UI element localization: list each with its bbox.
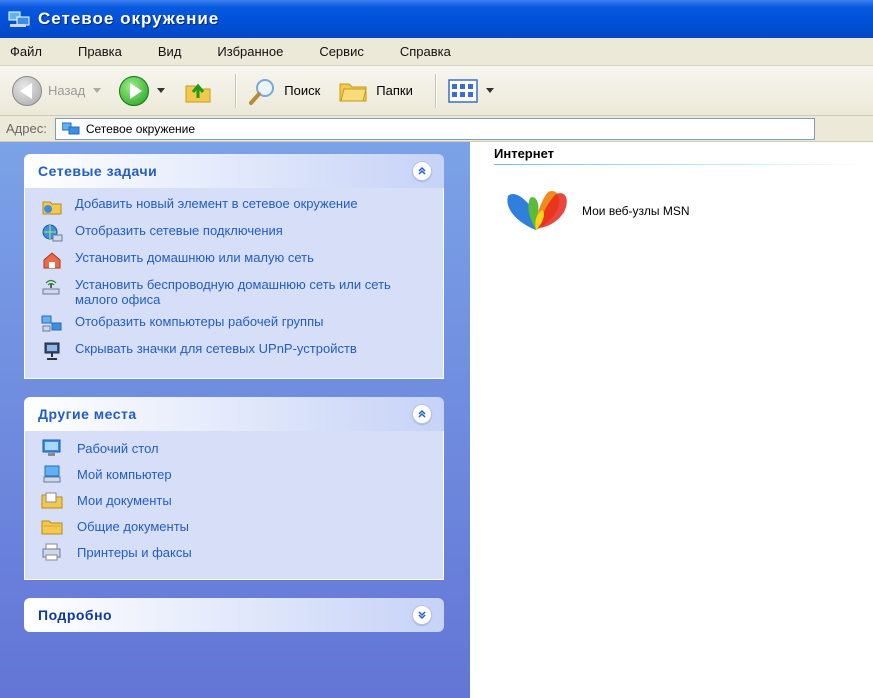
folders-label: Папки — [376, 83, 413, 98]
address-value: Сетевое окружение — [85, 121, 196, 136]
menu-favorites[interactable]: Избранное — [213, 42, 287, 61]
content-pane: Интернет Мои веб-узлы MSN — [470, 142, 873, 698]
toolbar-separator — [434, 73, 436, 108]
up-folder-button[interactable] — [179, 71, 217, 111]
wireless-network-icon — [42, 279, 60, 295]
other-places-panel: Другие места Рабочий стол Мой компьютер — [24, 397, 444, 580]
task-add-network-place[interactable]: Добавить новый элемент в сетевое окружен… — [41, 196, 431, 216]
menu-tools[interactable]: Сервис — [315, 42, 368, 61]
back-arrow-icon — [12, 75, 42, 106]
network-tasks-header[interactable]: Сетевые задачи — [24, 154, 444, 188]
back-button[interactable]: Назад — [8, 71, 105, 111]
task-show-connections[interactable]: Отобразить сетевые подключения — [41, 223, 431, 243]
menu-bar: Файл Правка Вид Избранное Сервис Справка — [0, 38, 873, 66]
task-setup-home-network[interactable]: Установить домашнюю или малую сеть — [41, 250, 431, 270]
place-label: Мои документы — [77, 492, 172, 508]
expand-chevron-icon[interactable] — [412, 605, 432, 625]
task-label: Добавить новый элемент в сетевое окружен… — [75, 196, 358, 211]
views-dropdown-icon[interactable] — [485, 88, 494, 93]
address-field[interactable]: Сетевое окружение — [54, 117, 815, 140]
place-printers-faxes[interactable]: Принтеры и факсы — [41, 543, 431, 561]
task-setup-wireless-network[interactable]: Установить беспроводную домашнюю сеть ил… — [41, 277, 431, 307]
network-places-icon — [8, 11, 30, 27]
menu-edit[interactable]: Правка — [74, 42, 126, 61]
task-show-workgroup-computers[interactable]: Отобразить компьютеры рабочей группы — [41, 314, 431, 334]
forward-dropdown-icon[interactable] — [157, 88, 166, 93]
desktop-icon — [42, 439, 61, 456]
task-label: Отобразить компьютеры рабочей группы — [75, 314, 324, 329]
place-my-documents[interactable]: Мои документы — [41, 491, 431, 509]
search-button[interactable]: Поиск — [244, 71, 324, 111]
task-label: Отобразить сетевые подключения — [75, 223, 283, 238]
my-computer-icon — [43, 465, 61, 483]
task-pane: Сетевые задачи Добавить новый элемент в … — [0, 142, 470, 698]
forward-arrow-icon — [119, 75, 150, 106]
toolbar: Назад Поиск Папки — [0, 66, 873, 116]
collapse-chevron-icon[interactable] — [412, 404, 432, 424]
up-folder-icon — [185, 83, 211, 102]
views-icon — [448, 78, 478, 103]
network-tasks-title: Сетевые задачи — [38, 163, 158, 179]
group-divider — [494, 164, 873, 165]
task-hide-upnp-icons[interactable]: Скрывать значки для сетевых UPnP-устройс… — [41, 341, 431, 361]
back-dropdown-icon[interactable] — [93, 88, 102, 93]
place-my-computer[interactable]: Мой компьютер — [41, 465, 431, 483]
msn-butterfly-icon — [507, 190, 567, 230]
views-button[interactable] — [444, 71, 498, 111]
address-label: Адрес: — [6, 121, 47, 136]
collapse-chevron-icon[interactable] — [412, 161, 432, 181]
address-bar: Адрес: Сетевое окружение — [0, 116, 873, 142]
folders-button[interactable]: Папки — [334, 71, 417, 111]
toolbar-separator — [235, 73, 237, 108]
window-title: Сетевое окружение — [38, 9, 220, 28]
task-label: Установить беспроводную домашнюю сеть ил… — [75, 277, 391, 307]
menu-help[interactable]: Справка — [396, 42, 455, 61]
search-icon — [249, 78, 275, 105]
forward-button[interactable] — [115, 71, 169, 111]
other-places-header[interactable]: Другие места — [24, 397, 444, 431]
title-bar: Сетевое окружение — [0, 0, 873, 38]
printer-icon — [42, 543, 61, 561]
other-places-body: Рабочий стол Мой компьютер Мои документы — [24, 431, 444, 580]
task-label: Установить домашнюю или малую сеть — [75, 250, 314, 265]
details-title: Подробно — [38, 607, 113, 623]
upnp-device-icon — [44, 342, 60, 360]
msn-web-sites-item[interactable]: Мои веб-узлы MSN — [500, 180, 689, 242]
place-shared-documents[interactable]: Общие документы — [41, 517, 431, 535]
place-label: Общие документы — [77, 518, 190, 534]
my-documents-icon — [41, 492, 63, 509]
details-header[interactable]: Подробно — [24, 598, 444, 632]
place-label: Принтеры и факсы — [77, 544, 192, 560]
place-label: Мой компьютер — [77, 466, 172, 482]
task-label: Скрывать значки для сетевых UPnP-устройс… — [75, 341, 357, 356]
network-tasks-panel: Сетевые задачи Добавить новый элемент в … — [24, 154, 444, 379]
workgroup-computers-icon — [41, 315, 62, 332]
network-places-icon — [61, 122, 80, 134]
menu-view[interactable]: Вид — [154, 42, 186, 61]
network-tasks-body: Добавить новый элемент в сетевое окружен… — [24, 188, 444, 379]
folders-icon — [339, 83, 367, 101]
search-label: Поиск — [284, 83, 321, 98]
details-panel: Подробно — [24, 598, 444, 632]
shared-documents-icon — [41, 520, 63, 535]
other-places-title: Другие места — [38, 406, 137, 422]
home-network-icon — [43, 252, 61, 269]
group-header-internet: Интернет — [494, 146, 555, 161]
back-label: Назад — [48, 83, 86, 98]
msn-web-sites-label: Мои веб-узлы MSN — [582, 204, 690, 218]
place-label: Рабочий стол — [77, 440, 159, 456]
add-network-place-icon — [42, 201, 62, 215]
menu-file[interactable]: Файл — [6, 42, 46, 61]
network-connections-icon — [42, 224, 63, 242]
place-desktop[interactable]: Рабочий стол — [41, 439, 431, 457]
